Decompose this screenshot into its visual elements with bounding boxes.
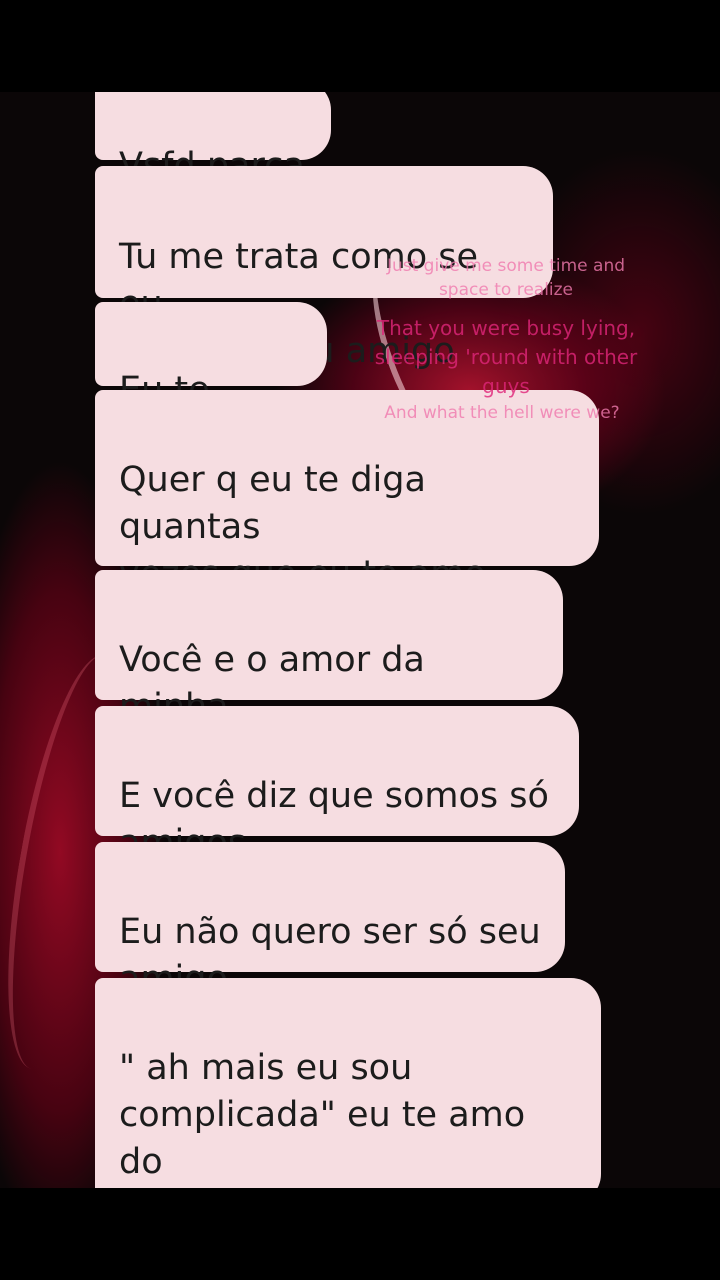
lyrics-overlay-line-1: Just give me some time and space to real… <box>386 256 626 300</box>
message-bubble[interactable]: Eu te amo! <box>95 302 327 457</box>
message-bubble[interactable]: Vsfd parça <box>95 92 331 186</box>
chat-screen: Vsfd parça Tu me trata como se eu fosse … <box>0 92 720 1188</box>
lyrics-overlay-line-2: That you were busy lying, sleeping 'roun… <box>374 316 638 398</box>
message-bubble[interactable]: " ah mais eu sou complicada" eu te amo d… <box>95 978 601 1188</box>
message-text: " ah mais eu sou complicada" eu te amo d… <box>119 1048 526 1182</box>
lyrics-overlay-line-3: And what the hell were we? <box>384 403 620 423</box>
message-bubble[interactable]: E você diz que somos só amigos <box>95 706 579 863</box>
message-bubble[interactable]: Você e o amor da minha vida <box>95 570 563 774</box>
message-bubble[interactable]: Eu não quero ser só seu amigo <box>95 842 565 999</box>
